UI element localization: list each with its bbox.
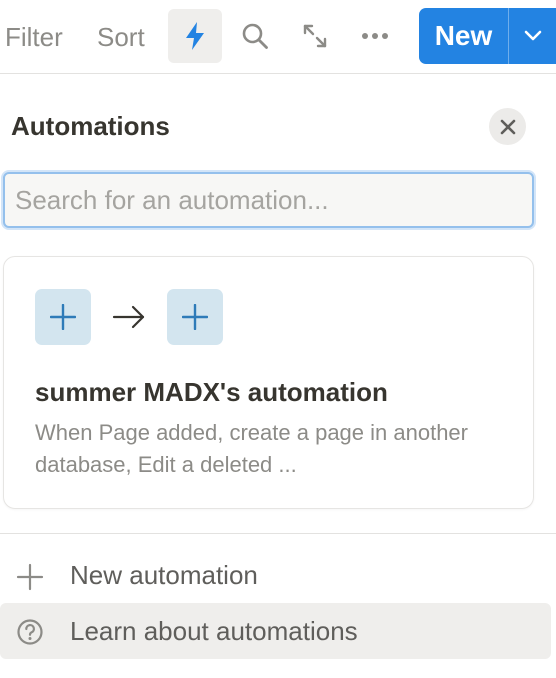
close-icon (500, 119, 515, 134)
new-button[interactable]: New (419, 8, 509, 64)
expand-button[interactable] (288, 9, 342, 63)
chevron-down-icon (524, 30, 541, 41)
filter-button[interactable]: Filter (5, 22, 63, 52)
sort-button[interactable]: Sort (97, 22, 145, 52)
automation-name: summer MADX's automation (35, 377, 388, 407)
more-options-button[interactable] (348, 9, 402, 63)
automation-description: When Page added, create a page in anothe… (35, 420, 468, 477)
divider (0, 533, 556, 534)
lightning-icon (186, 22, 204, 50)
learn-about-automations-label: Learn about automations (70, 616, 358, 646)
new-button-group: New (419, 8, 556, 64)
search-input[interactable] (3, 172, 534, 228)
database-toolbar: Filter Sort New (0, 0, 556, 74)
arrow-right-icon (112, 305, 145, 329)
panel-title: Automations (11, 111, 170, 141)
new-dropdown-button[interactable] (509, 8, 556, 64)
trigger-add-button[interactable] (35, 289, 91, 345)
action-add-button[interactable] (167, 289, 223, 345)
learn-about-automations-link[interactable]: Learn about automations (0, 603, 551, 659)
help-icon (14, 616, 46, 648)
plus-icon (182, 304, 208, 330)
automations-button[interactable] (168, 9, 222, 63)
more-icon (362, 33, 388, 39)
close-button[interactable] (489, 108, 526, 145)
expand-icon (303, 24, 327, 48)
plus-icon (50, 304, 76, 330)
search-button[interactable] (228, 9, 282, 63)
search-icon (242, 23, 268, 49)
automation-card[interactable]: summer MADX's automation When Page added… (3, 256, 534, 509)
plus-icon (14, 561, 46, 593)
new-automation-button[interactable]: New automation (0, 548, 551, 604)
new-automation-label: New automation (70, 560, 258, 590)
